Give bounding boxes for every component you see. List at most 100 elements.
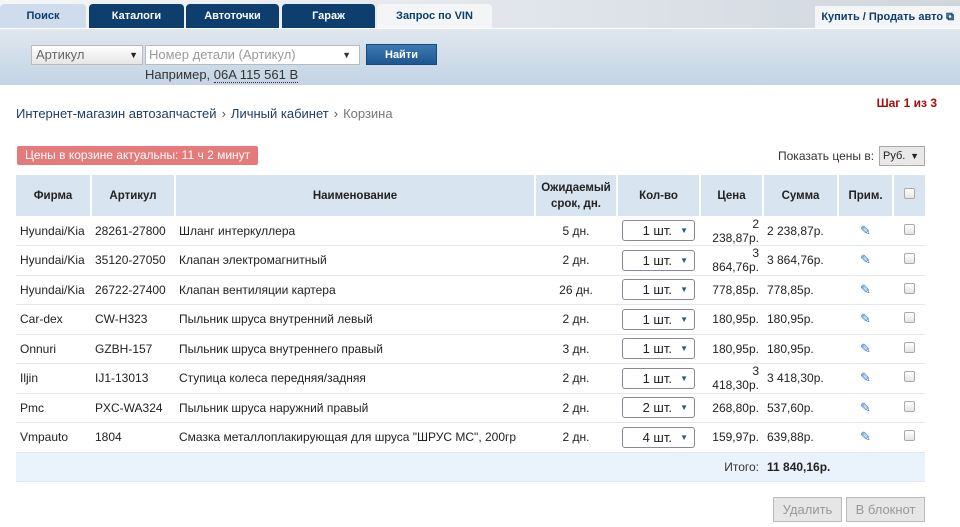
qty-select[interactable]: 1 шт. ▼ [622, 308, 695, 330]
qty-cell: 1 шт. ▼ [617, 363, 700, 394]
currency-label: Показать цены в: [778, 149, 875, 163]
table-row: Hyundai/Kia 26722-27400 Клапан вентиляци… [16, 275, 925, 305]
tab-garage[interactable]: Гараж [282, 4, 375, 28]
row-checkbox[interactable] [893, 245, 925, 276]
qty-select[interactable]: 1 шт. ▼ [622, 220, 695, 241]
sum: 180,95р. [763, 334, 838, 364]
search-type-value: Артикул [36, 47, 85, 62]
qty-value: 4 шт. [642, 429, 672, 445]
article: CW-H323 [91, 304, 175, 335]
chevron-down-icon: ▼ [680, 344, 688, 354]
brand: Pmc [16, 393, 91, 423]
delivery-term: 26 дн. [535, 275, 617, 305]
article: GZBH-157 [91, 334, 175, 364]
article: IJ1-13013 [91, 363, 175, 394]
sum: 2 238,87р. [763, 216, 838, 246]
row-checkbox[interactable] [893, 363, 925, 394]
price: 180,95р. [700, 304, 763, 335]
qty-cell: 1 шт. ▼ [617, 304, 700, 335]
qty-select[interactable]: 1 шт. ▼ [622, 279, 695, 301]
table-row: Iljin IJ1-13013 Ступица колеса передняя/… [16, 363, 925, 394]
edit-note-icon[interactable]: ✎ [860, 282, 871, 297]
row-checkbox[interactable] [893, 275, 925, 305]
article: 35120-27050 [91, 245, 175, 276]
qty-select[interactable]: 2 шт. ▼ [622, 397, 695, 419]
col-sum: Сумма [763, 175, 839, 216]
brand: Hyundai/Kia [16, 245, 91, 276]
delivery-term: 3 дн. [535, 334, 617, 364]
tab-autopoints[interactable]: Автоточки [186, 4, 279, 28]
table-row: Vmpauto 1804 Смазка металлоплакирующая д… [16, 422, 925, 453]
part-name: Смазка металлоплакирующая для шруса "ШРУ… [175, 422, 535, 453]
table-row: Hyundai/Kia 35120-27050 Клапан электрома… [16, 245, 925, 276]
search-type-select[interactable]: Артикул ▼ [31, 45, 143, 65]
edit-note-icon[interactable]: ✎ [860, 341, 871, 356]
edit-note-icon[interactable]: ✎ [860, 370, 871, 385]
chevron-down-icon: ▼ [680, 255, 688, 265]
to-notebook-button[interactable]: В блокнот [846, 497, 925, 522]
article: 28261-27800 [91, 216, 175, 246]
buy-sell-car-link[interactable]: Купить / Продать авто ⧉ [815, 6, 960, 28]
price: 2 238,87р. [700, 216, 763, 246]
col-brand: Фирма [16, 175, 92, 216]
chevron-down-icon: ▼ [680, 403, 688, 413]
row-checkbox[interactable] [893, 393, 925, 423]
qty-select[interactable]: 1 шт. ▼ [622, 249, 695, 271]
edit-note-icon[interactable]: ✎ [860, 252, 871, 267]
total-value: 11 840,16р. [763, 452, 838, 482]
price: 159,97р. [700, 422, 763, 453]
edit-note-icon[interactable]: ✎ [860, 311, 871, 326]
col-name: Наименование [175, 175, 536, 216]
price: 268,80р. [700, 393, 763, 423]
table-row: Hyundai/Kia 28261-27800 Шланг интеркулле… [16, 216, 925, 246]
example-link[interactable]: 06A 115 561 B [213, 67, 299, 83]
delete-button[interactable]: Удалить [773, 497, 842, 522]
note-cell: ✎ [838, 245, 893, 276]
table-row: Onnuri GZBH-157 Пыльник шруса внутреннег… [16, 334, 925, 364]
price: 3 864,76р. [700, 245, 763, 276]
row-checkbox[interactable] [893, 334, 925, 364]
currency-value: Руб. [883, 150, 906, 162]
note-cell: ✎ [838, 363, 893, 394]
brand: Car-dex [16, 304, 91, 335]
row-checkbox[interactable] [893, 304, 925, 335]
sum: 537,60р. [763, 393, 838, 423]
qty-select[interactable]: 1 шт. ▼ [622, 338, 695, 360]
note-cell: ✎ [838, 216, 893, 246]
row-checkbox[interactable] [893, 422, 925, 453]
qty-select[interactable]: 4 шт. ▼ [622, 426, 695, 448]
breadcrumb-account[interactable]: Личный кабинет [231, 106, 329, 121]
step-indicator: Шаг 1 из 3 [876, 96, 937, 110]
currency-select[interactable]: Руб. ▼ [879, 146, 925, 166]
qty-select[interactable]: 1 шт. ▼ [622, 367, 695, 389]
note-cell: ✎ [838, 275, 893, 305]
row-checkbox[interactable] [893, 216, 925, 246]
qty-value: 1 шт. [642, 223, 672, 238]
edit-note-icon[interactable]: ✎ [860, 223, 871, 238]
col-term: Ожидаемый срок, дн. [535, 175, 618, 216]
breadcrumb-cart: Корзина [343, 106, 393, 121]
sum: 3 864,76р. [763, 245, 838, 276]
qty-value: 1 шт. [642, 311, 672, 327]
sum: 639,88р. [763, 422, 838, 453]
search-bar [0, 28, 960, 85]
chevron-down-icon: ▼ [342, 50, 351, 60]
price: 3 418,30р. [700, 363, 763, 394]
edit-note-icon[interactable]: ✎ [860, 429, 871, 444]
select-all-checkbox[interactable] [893, 175, 925, 216]
delivery-term: 2 дн. [535, 393, 617, 423]
cart-table: Фирма Артикул Наименование Ожидаемый сро… [16, 175, 925, 482]
qty-value: 1 шт. [642, 252, 672, 268]
breadcrumb-shop[interactable]: Интернет-магазин автозапчастей [16, 106, 217, 121]
part-number-input[interactable]: Номер детали (Артикул) ▼ [145, 45, 360, 65]
qty-cell: 2 шт. ▼ [617, 393, 700, 423]
search-example: Например, 06A 115 561 B [145, 67, 299, 83]
tab-catalogs[interactable]: Каталоги [89, 4, 184, 28]
find-button[interactable]: Найти [366, 44, 437, 65]
tab-vin-request[interactable]: Запрос по VIN [377, 4, 492, 28]
tab-search[interactable]: Поиск [0, 4, 86, 28]
chevron-down-icon: ▼ [680, 285, 688, 295]
qty-value: 1 шт. [642, 341, 672, 357]
delivery-term: 5 дн. [535, 216, 617, 246]
edit-note-icon[interactable]: ✎ [860, 400, 871, 415]
